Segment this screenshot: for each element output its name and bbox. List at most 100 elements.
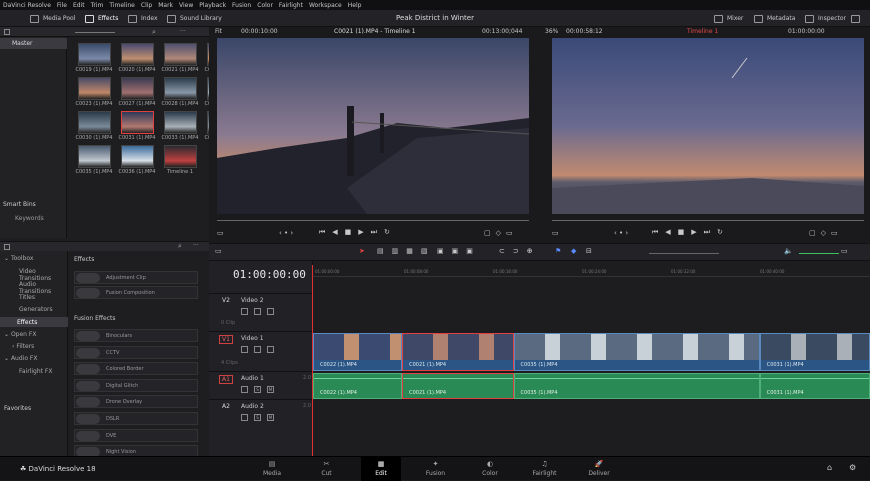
menu-item[interactable]: Clip <box>141 2 152 9</box>
gear-icon[interactable]: ⚙ <box>849 463 856 472</box>
menu-item[interactable]: Fairlight <box>279 2 303 9</box>
page-tab-edit[interactable]: ▦ Edit <box>361 457 401 481</box>
source-scrub-bar[interactable] <box>217 220 529 221</box>
track-id[interactable]: V1 <box>219 335 233 344</box>
app-menu[interactable]: DaVinci Resolve <box>3 2 51 9</box>
menu-item[interactable]: Workspace <box>309 2 342 9</box>
effect-item[interactable]: CCTV <box>74 345 198 359</box>
clip-thumbnail[interactable] <box>78 77 111 100</box>
mute-button[interactable]: M <box>267 386 274 393</box>
page-tab-deliver[interactable]: 🚀 Deliver <box>579 457 619 481</box>
timeline-ruler[interactable]: 01:00:00:00 01:00:08:00 01:00:16:00 01:00:2… <box>313 267 870 277</box>
search-icon[interactable]: ⌕ <box>152 28 156 37</box>
lock-icon[interactable] <box>241 414 248 421</box>
viewer-options-icon[interactable]: ▭ <box>217 229 224 237</box>
clip-thumbnail[interactable] <box>78 145 111 168</box>
effect-item[interactable]: DSLR <box>74 412 198 425</box>
menu-item[interactable]: Trim <box>91 2 104 9</box>
camera-icon[interactable] <box>254 346 261 353</box>
clip-thumbnail[interactable] <box>78 111 111 134</box>
thumbnail-size-slider[interactable] <box>75 32 115 33</box>
effect-item[interactable]: Colored Border <box>74 362 198 376</box>
clip-thumbnail[interactable] <box>121 111 154 134</box>
toolbox-item[interactable]: ⌄ Toolbox <box>4 255 33 262</box>
video-clip[interactable]: C0031 (1).MP4 <box>759 333 870 371</box>
menu-item[interactable]: Timeline <box>109 2 135 9</box>
volume-slider[interactable] <box>799 253 839 254</box>
track-id[interactable]: A2 <box>222 403 230 410</box>
menu-item[interactable]: Color <box>257 2 273 9</box>
clip-thumbnail[interactable] <box>164 43 197 66</box>
jog-control[interactable]: ‹ • › <box>614 229 628 237</box>
page-tab-fairlight[interactable]: ♫ Fairlight <box>525 457 565 481</box>
camera-icon[interactable] <box>254 308 261 315</box>
menu-item[interactable]: Playback <box>199 2 226 9</box>
page-tab-cut[interactable]: ✂ Cut <box>307 457 347 481</box>
solo-button[interactable]: S <box>254 414 261 421</box>
lock-icon[interactable] <box>241 308 248 315</box>
metadata-button[interactable]: Metadata <box>754 13 795 24</box>
edit-mode-icons[interactable]: ▤▥▦▧ <box>377 247 435 255</box>
zoom-out-icon[interactable]: ⊟ <box>586 247 592 255</box>
clip-thumbnail[interactable] <box>164 145 197 168</box>
viewer-options-icon[interactable]: ▭ <box>552 229 559 237</box>
more-options-icon[interactable]: ··· <box>193 242 199 249</box>
track-id[interactable]: V2 <box>222 297 230 304</box>
video-clip[interactable]: C0021 (1).MP4 <box>402 333 514 371</box>
audio-clip[interactable]: C0021 (1).MP4 <box>402 373 514 399</box>
audio-clip[interactable]: C0031 (1).MP4 <box>759 373 870 399</box>
tree-item-video-transitions[interactable]: Video Transitions <box>19 268 67 282</box>
marker-icon[interactable]: ◆ <box>571 247 576 255</box>
audio-fx-item[interactable]: ⌄ Audio FX <box>4 355 37 362</box>
selection-tool-icon[interactable]: ➤ <box>359 247 365 255</box>
layout-icon[interactable]: ▭ <box>215 247 222 255</box>
playhead[interactable] <box>312 265 313 456</box>
tree-item-audio-transitions[interactable]: Audio Transitions <box>19 281 67 295</box>
lock-icon[interactable] <box>241 386 248 393</box>
timeline-transport-controls[interactable]: ⏮◀■▶⏭↻ <box>652 228 730 237</box>
page-tab-fusion[interactable]: ✦ Fusion <box>416 457 456 481</box>
mixer-button[interactable]: Mixer <box>714 13 743 24</box>
audio-clip[interactable]: C0035 (1).MP4 <box>513 373 760 399</box>
solo-button[interactable]: S <box>254 386 261 393</box>
timeline-mark-buttons[interactable]: ▢◇▭ <box>809 229 843 237</box>
tree-item-generators[interactable]: Generators <box>19 306 53 313</box>
source-clip-name[interactable]: C0021 (1).MP4 - Timeline 1 <box>334 28 416 38</box>
volume-icon[interactable]: 🔈 <box>784 247 793 255</box>
track-id[interactable]: A1 <box>219 375 233 384</box>
menu-item[interactable]: File <box>57 2 67 9</box>
jog-control[interactable]: ‹ • › <box>279 229 293 237</box>
lock-icon[interactable] <box>241 346 248 353</box>
mute-button[interactable]: M <box>267 414 274 421</box>
source-mark-buttons[interactable]: ▢◇▭ <box>484 229 518 237</box>
fairlight-fx-item[interactable]: Fairlight FX <box>19 368 52 375</box>
menu-item[interactable]: Edit <box>73 2 85 9</box>
menu-item[interactable]: Mark <box>158 2 173 9</box>
timeline-scrub-bar[interactable] <box>552 220 864 221</box>
timeline-name[interactable]: Timeline 1 <box>687 28 718 38</box>
bin-master[interactable]: Master <box>0 38 67 49</box>
menu-item[interactable]: View <box>179 2 193 9</box>
effect-item[interactable]: DVE <box>74 428 198 442</box>
more-options-icon[interactable]: ··· <box>180 28 186 35</box>
fit-dropdown[interactable]: Fit <box>215 28 222 38</box>
snapping-icons[interactable]: ⊂⊃⊕ <box>499 247 541 255</box>
panel-toggle-icon[interactable] <box>4 244 10 250</box>
clip-thumbnail[interactable] <box>164 77 197 100</box>
edit-action-icons[interactable]: ▣▣▣ <box>437 247 481 255</box>
audio-clip[interactable]: C0022 (1).MP4 <box>313 373 403 399</box>
inspector-button[interactable]: Inspector <box>805 13 846 24</box>
zoom-dropdown[interactable]: 36% <box>545 28 558 38</box>
clip-thumbnail[interactable] <box>78 43 111 66</box>
page-tab-color[interactable]: ◐ Color <box>470 457 510 481</box>
tree-item-effects[interactable]: Effects <box>0 317 68 327</box>
clip-thumbnail[interactable] <box>121 77 154 100</box>
film-icon[interactable] <box>267 308 274 315</box>
search-icon[interactable]: ⌕ <box>178 242 182 251</box>
clip-thumbnail[interactable] <box>164 111 197 134</box>
list-view-icon[interactable] <box>4 29 10 35</box>
open-fx-item[interactable]: ⌄ Open FX <box>4 331 36 338</box>
dim-button[interactable]: ▭ <box>841 247 848 255</box>
video-clip[interactable]: C0035 (1).MP4 <box>513 333 760 371</box>
home-icon[interactable]: ⌂ <box>827 463 832 472</box>
